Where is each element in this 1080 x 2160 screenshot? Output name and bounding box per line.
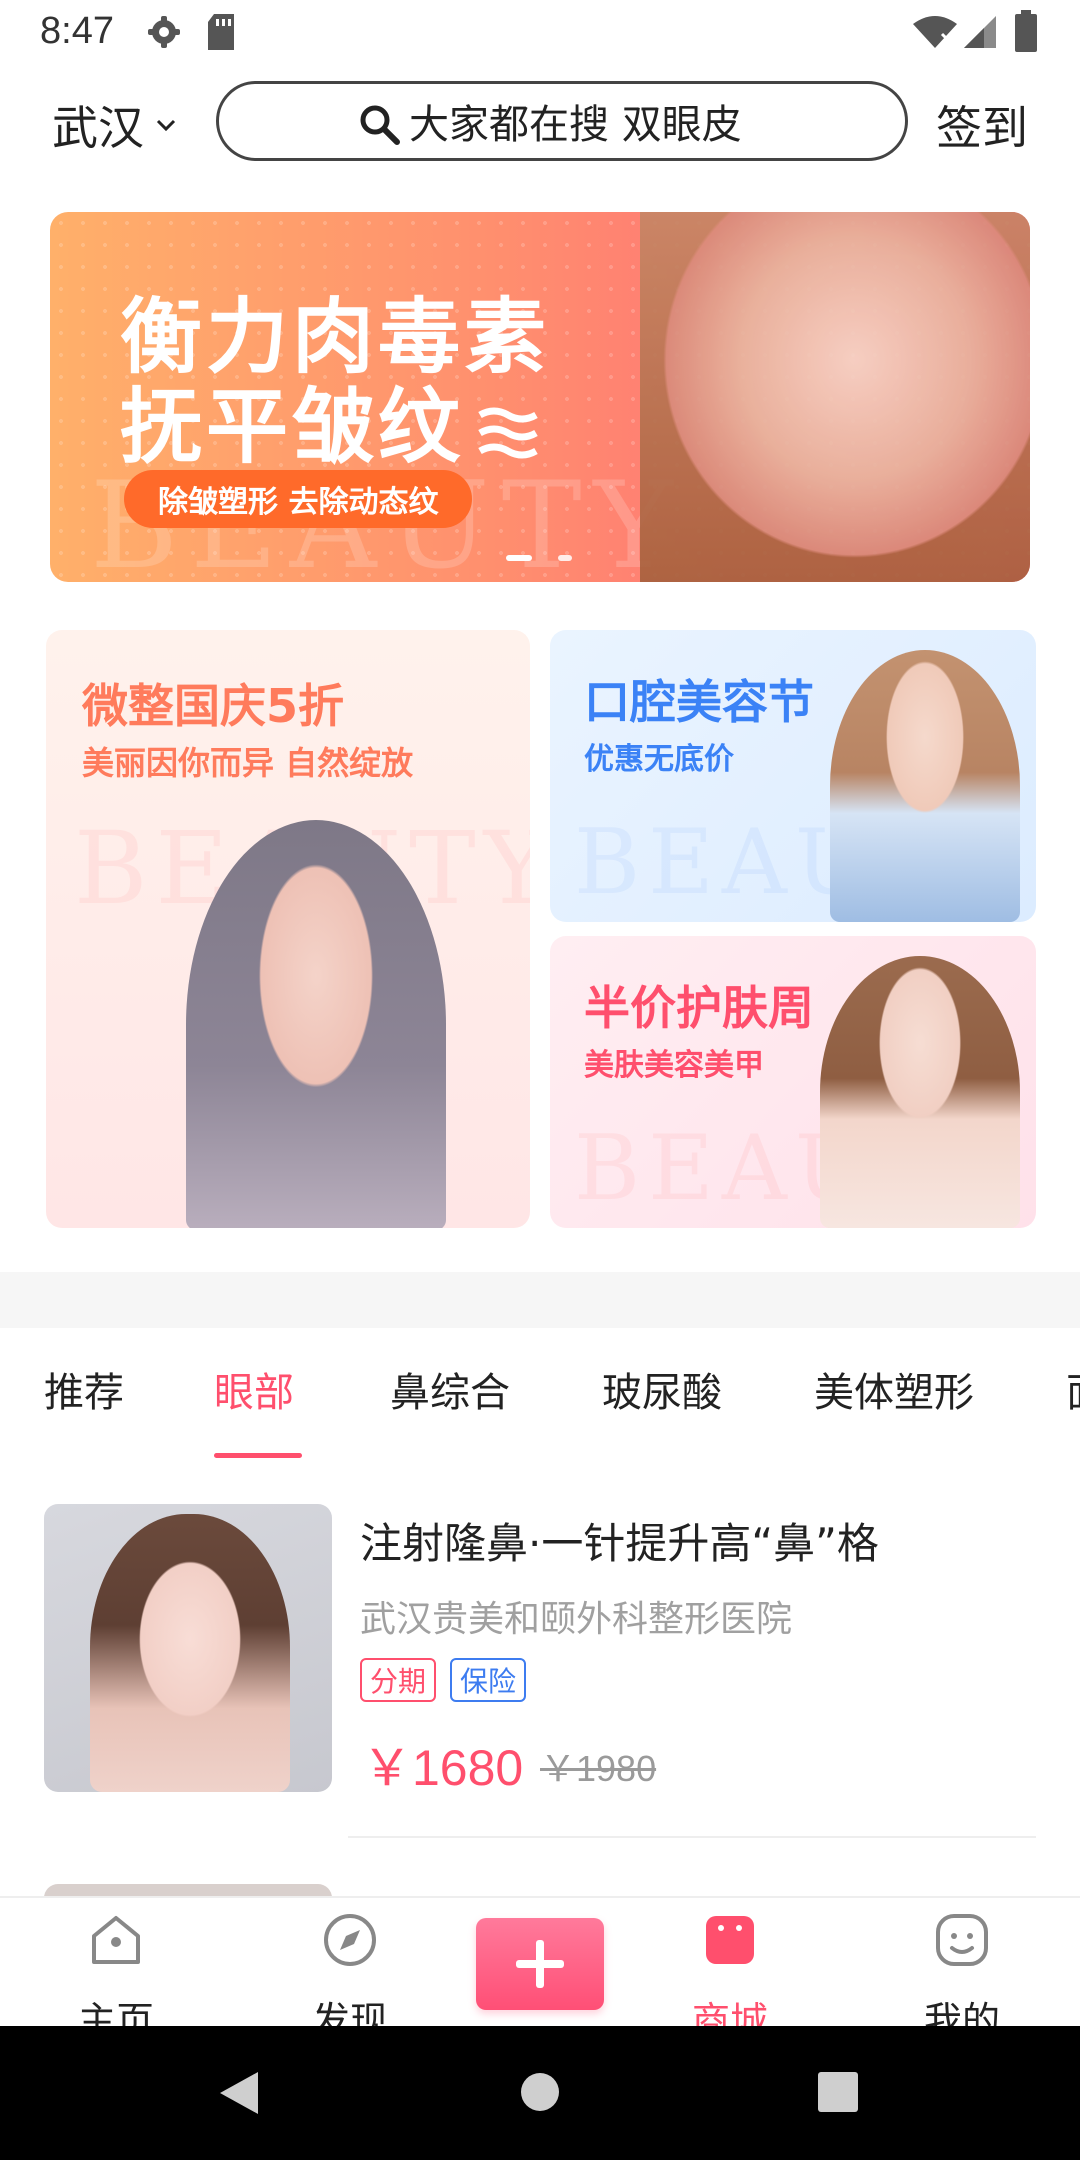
product-original-price: ￥1980: [540, 1748, 657, 1789]
carousel-indicator-active[interactable]: [506, 555, 532, 561]
banner-model-image: [640, 212, 1030, 582]
banner-title-line2: 抚平皱纹: [120, 360, 544, 479]
system-nav-bar: [0, 2026, 1080, 2160]
status-bar: 8:47: [0, 0, 1080, 66]
back-icon[interactable]: [218, 2070, 262, 2116]
tab-active-underline: [214, 1453, 302, 1458]
tab-nose[interactable]: 鼻综合: [390, 1360, 510, 1418]
recents-icon[interactable]: [818, 2072, 858, 2112]
promo-card-dental[interactable]: BEAUTY 口腔美容节 优惠无底价: [550, 630, 1036, 922]
section-divider: [0, 1272, 1080, 1328]
city-selector[interactable]: 武汉: [52, 92, 178, 158]
banner-pill: 除皱塑形 去除动态纹: [124, 470, 473, 528]
product-image[interactable]: [44, 1504, 332, 1792]
promo-card-micro[interactable]: BEAUTY 微整国庆5折 美丽因你而异 自然绽放: [46, 630, 530, 1228]
publish-button[interactable]: [476, 1918, 604, 2010]
tag-insurance: 保险: [450, 1658, 527, 1702]
sd-card-icon: [208, 14, 234, 50]
promo-subtitle: 优惠无底价: [584, 742, 734, 777]
wifi-icon: [913, 16, 957, 48]
product-shop-name[interactable]: 武汉贵美和颐外科整形医院: [360, 1590, 792, 1642]
carousel-indicator[interactable]: [558, 555, 572, 561]
battery-icon: [1015, 10, 1037, 52]
search-bar[interactable]: 大家都在搜 双眼皮: [216, 81, 908, 161]
hero-banner[interactable]: BEAUTY 衡力肉毒素 抚平皱纹 除皱塑形 去除动态纹: [50, 212, 1030, 582]
smile-icon: [936, 1914, 988, 1966]
shop-bag-icon: [706, 1916, 754, 1964]
tab-hyaluronic[interactable]: 玻尿酸: [602, 1360, 722, 1418]
home-button-icon[interactable]: [520, 2072, 560, 2112]
product-price: ￥1680: [362, 1740, 524, 1796]
signin-button[interactable]: 签到: [936, 92, 1028, 158]
category-tabs: 推荐 眼部 鼻综合 玻尿酸 美体塑形 面: [0, 1360, 1080, 1460]
promo-model-image: [830, 650, 1020, 922]
promo-subtitle: 美肤美容美甲: [584, 1048, 764, 1083]
tag-installment: 分期: [360, 1658, 437, 1702]
status-time: 8:47: [40, 10, 114, 52]
chevron-down-icon: [156, 119, 176, 132]
tab-body-shaping[interactable]: 美体塑形: [814, 1360, 974, 1418]
signal-icon: [964, 16, 996, 48]
tab-face[interactable]: 面: [1066, 1360, 1080, 1418]
promo-model-image: [820, 956, 1020, 1228]
product-model: [90, 1514, 290, 1792]
product-title[interactable]: 注射隆鼻·一针提升高“鼻”格: [360, 1510, 879, 1571]
promo-title: 微整国庆5折: [82, 679, 345, 733]
promo-card-skincare[interactable]: BEAUTY 半价护肤周 美肤美容美甲: [550, 936, 1036, 1228]
search-placeholder: 大家都在搜 双眼皮: [409, 102, 742, 148]
city-label: 武汉: [52, 101, 144, 155]
plus-icon: [516, 1940, 564, 1988]
promo-title: 口腔美容节: [584, 675, 814, 729]
banner-title-line2-text: 抚平皱纹: [120, 380, 465, 475]
search-icon: [360, 105, 400, 145]
compass-icon: [324, 1914, 376, 1966]
promo-model-image: [186, 820, 446, 1228]
list-divider: [348, 1836, 1036, 1838]
promo-subtitle: 美丽因你而异 自然绽放: [82, 744, 414, 782]
home-icon: [92, 1916, 140, 1964]
promo-title: 半价护肤周: [584, 981, 814, 1035]
tab-eyes[interactable]: 眼部: [214, 1360, 294, 1418]
gear-icon: [148, 16, 180, 48]
tab-recommended[interactable]: 推荐: [44, 1360, 124, 1418]
wave-lines-icon: [478, 407, 538, 459]
